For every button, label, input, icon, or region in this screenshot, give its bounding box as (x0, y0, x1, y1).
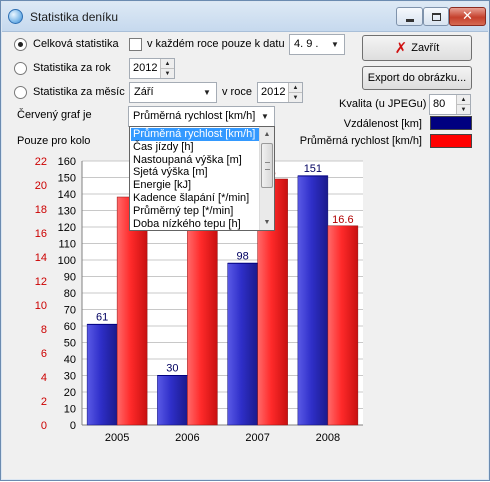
y-left-tick-label: 30 (64, 371, 76, 383)
y-left-tick-label: 50 (64, 338, 76, 350)
y-right-tick-label: 22 (35, 156, 47, 168)
y-right-tick-label: 20 (35, 180, 47, 192)
bar-speed (187, 214, 218, 426)
y-right-tick-label: 14 (35, 252, 47, 264)
bar-distance (227, 263, 258, 426)
y-left-tick-label: 0 (70, 420, 76, 432)
y-left-tick-label: 80 (64, 288, 76, 300)
statistics-window: Statistika deníku ✕ Celková statistika v… (0, 0, 490, 481)
y-left-tick-label: 90 (64, 272, 76, 284)
y-right-tick-label: 6 (41, 348, 47, 360)
x-category-label: 2005 (105, 432, 129, 444)
bar-distance-value: 61 (96, 311, 108, 323)
y-left-tick-label: 60 (64, 321, 76, 333)
bar-distance-value: 151 (304, 163, 322, 175)
x-category-label: 2006 (175, 432, 199, 444)
y-right-tick-label: 12 (35, 276, 47, 288)
y-left-tick-label: 70 (64, 305, 76, 317)
bar-distance-value: 30 (166, 363, 178, 375)
dropdown-option[interactable]: Doba nízkého tepu [h] (131, 218, 259, 230)
red-graph-dropdown-list[interactable]: Průměrná rychlost [km/h] Čas jízdy [h] Nas… (129, 126, 275, 231)
y-right-tick-label: 10 (35, 300, 47, 312)
dropdown-option[interactable]: Nastoupaná výška [m] (131, 154, 259, 167)
dropdown-option[interactable]: Průměrný tep [*/min] (131, 205, 259, 218)
y-right-tick-label: 4 (41, 372, 47, 384)
dropdown-option[interactable]: Čas jízdy [h] (131, 141, 259, 154)
scroll-up-icon[interactable]: ▲ (260, 127, 274, 142)
dropdown-option[interactable]: Průměrná rychlost [km/h] (131, 128, 259, 141)
y-right-tick-label: 16 (35, 228, 47, 240)
bar-distance-value: 98 (237, 250, 249, 262)
y-left-tick-label: 110 (58, 239, 76, 251)
bar-distance (297, 175, 329, 426)
y-left-tick-label: 40 (64, 354, 76, 366)
y-left-tick-label: 150 (58, 173, 76, 185)
bar-speed (327, 225, 359, 426)
y-right-tick-label: 0 (41, 420, 47, 432)
y-left-tick-label: 20 (64, 387, 76, 399)
bar-speed (116, 196, 148, 426)
dropdown-option[interactable]: Kadence šlapání [*/min] (131, 192, 259, 205)
y-left-tick-label: 130 (58, 206, 76, 218)
x-category-label: 2007 (245, 432, 269, 444)
scrollbar-thumb[interactable] (261, 143, 273, 188)
y-right-tick-label: 8 (41, 324, 47, 336)
bar-distance (86, 324, 118, 426)
y-left-tick-label: 100 (58, 255, 76, 267)
y-left-tick-label: 140 (58, 189, 76, 201)
y-left-tick-label: 160 (58, 156, 76, 168)
bar-chart: 0102030405060708090100110120130140150160… (35, 156, 363, 444)
y-left-tick-label: 10 (64, 404, 76, 416)
dropdown-option[interactable]: Energie [kJ] (131, 179, 259, 192)
x-category-label: 2008 (316, 432, 340, 444)
dropdown-option[interactable]: Sjetá výška [m] (131, 166, 259, 179)
y-left-tick-label: 120 (58, 222, 76, 234)
y-right-tick-label: 18 (35, 204, 47, 216)
y-right-tick-label: 2 (41, 396, 47, 408)
bar-distance (157, 375, 188, 426)
dropdown-scrollbar[interactable]: ▲ ▼ (259, 127, 274, 230)
bar-speed-value: 16.6 (332, 214, 353, 226)
scroll-down-icon[interactable]: ▼ (260, 215, 274, 230)
